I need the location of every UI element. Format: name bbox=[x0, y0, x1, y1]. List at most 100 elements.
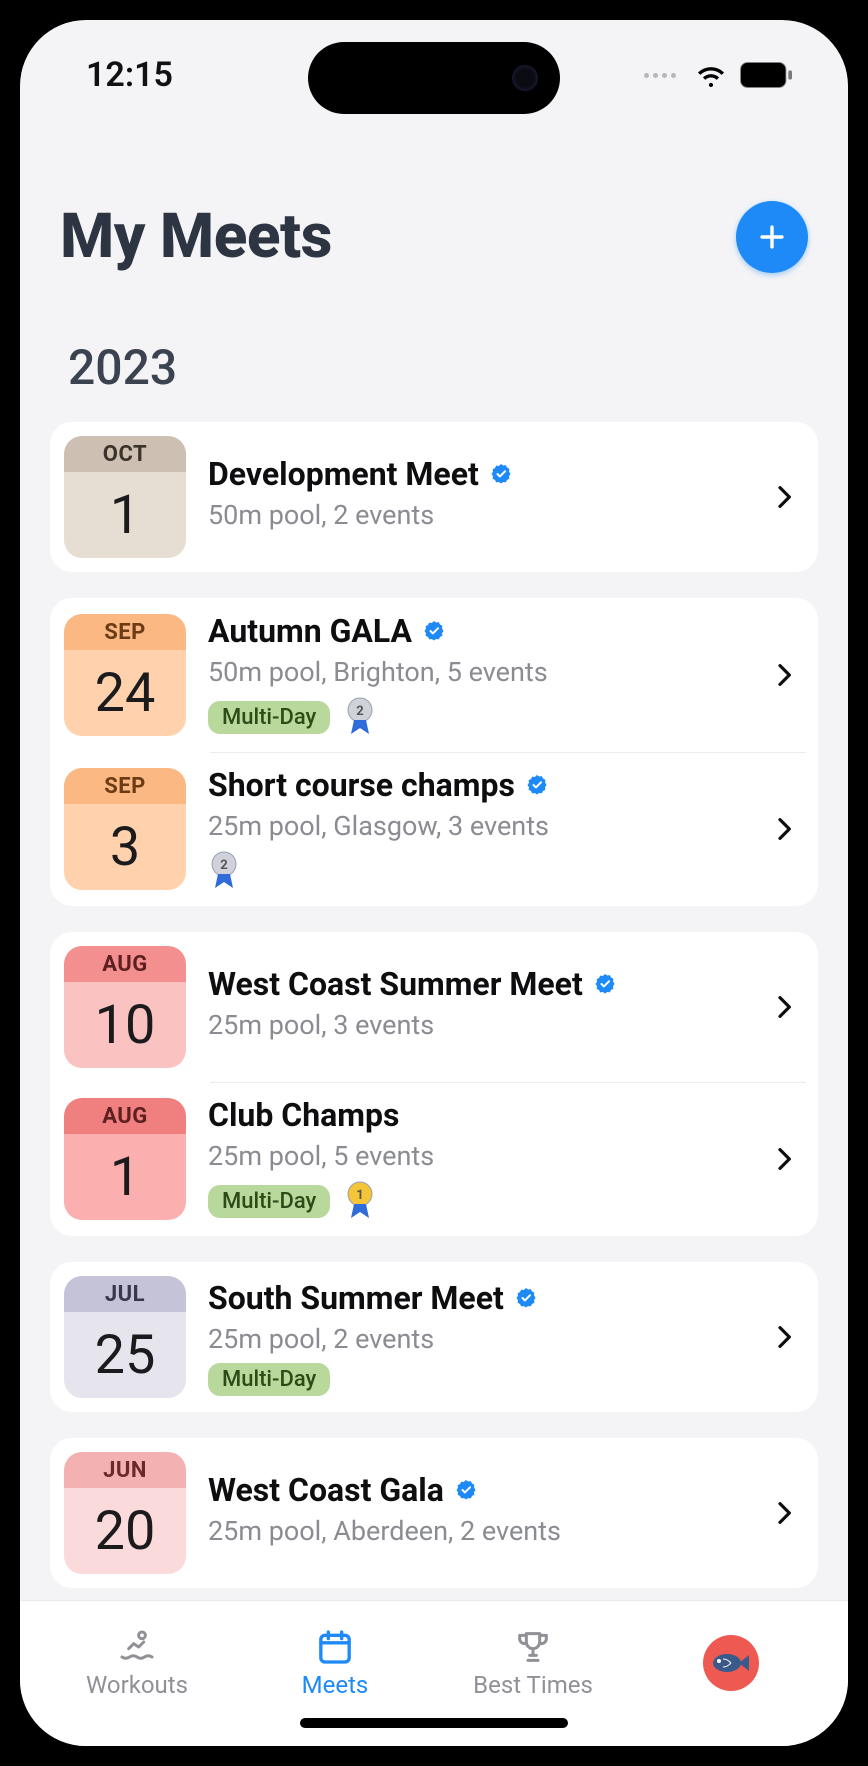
meet-row[interactable]: AUG 1 Club Champs 25m pool, 5 events Mul… bbox=[50, 1082, 818, 1236]
wifi-icon bbox=[694, 62, 728, 88]
meet-row[interactable]: JUN 20 West Coast Gala 25m pool, Aberdee… bbox=[50, 1438, 818, 1588]
meet-row[interactable]: SEP 24 Autumn GALA 50m pool, Brighton, 5… bbox=[50, 598, 818, 752]
date-day: 20 bbox=[64, 1488, 186, 1574]
tab-meets[interactable]: Meets bbox=[236, 1609, 434, 1716]
swimming-icon bbox=[117, 1627, 157, 1667]
fish-icon bbox=[709, 1649, 753, 1677]
verified-icon bbox=[489, 462, 513, 486]
meet-row[interactable]: OCT 1 Development Meet 50m pool, 2 event… bbox=[50, 422, 818, 572]
date-day: 1 bbox=[64, 472, 186, 558]
battery-icon bbox=[740, 62, 792, 88]
date-day: 3 bbox=[64, 804, 186, 890]
meet-row[interactable]: SEP 3 Short course champs 25m pool, Glas… bbox=[50, 752, 818, 906]
meet-info: West Coast Summer Meet 25m pool, 3 event… bbox=[208, 965, 746, 1049]
meet-card: SEP 24 Autumn GALA 50m pool, Brighton, 5… bbox=[50, 598, 818, 906]
meet-title-row: West Coast Summer Meet bbox=[208, 965, 746, 1003]
meet-title: West Coast Gala bbox=[208, 1471, 444, 1509]
meet-info: Autumn GALA 50m pool, Brighton, 5 events… bbox=[208, 612, 746, 738]
status-time: 12:15 bbox=[86, 55, 173, 95]
meet-card: AUG 10 West Coast Summer Meet 25m pool, … bbox=[50, 932, 818, 1236]
chevron-right-icon bbox=[768, 481, 800, 513]
calendar-icon bbox=[315, 1627, 355, 1667]
tab-workouts[interactable]: Workouts bbox=[38, 1609, 236, 1716]
meet-title: Development Meet bbox=[208, 455, 479, 493]
meet-card: JUN 20 West Coast Gala 25m pool, Aberdee… bbox=[50, 1438, 818, 1588]
camera-icon bbox=[512, 65, 538, 91]
chevron-right-icon bbox=[768, 1497, 800, 1529]
verified-icon bbox=[454, 1478, 478, 1502]
meet-subtitle: 50m pool, 2 events bbox=[208, 499, 746, 531]
chevron-right-icon bbox=[768, 813, 800, 845]
svg-text:1: 1 bbox=[357, 1188, 364, 1203]
multiday-badge: Multi-Day bbox=[208, 1363, 330, 1396]
meet-subtitle: 25m pool, 5 events bbox=[208, 1140, 746, 1172]
meet-subtitle: 25m pool, Glasgow, 3 events bbox=[208, 810, 746, 842]
screen: 12:15 My Meets 2023 OCT bbox=[20, 20, 848, 1746]
date-month: JUN bbox=[64, 1452, 186, 1488]
date-badge: OCT 1 bbox=[64, 436, 186, 558]
meet-title-row: Short course champs bbox=[208, 766, 746, 804]
meet-title-row: Autumn GALA bbox=[208, 612, 746, 650]
date-day: 24 bbox=[64, 650, 186, 736]
meet-title: South Summer Meet bbox=[208, 1279, 504, 1317]
meet-info: Development Meet 50m pool, 2 events bbox=[208, 455, 746, 539]
svg-text:2: 2 bbox=[357, 704, 364, 719]
meet-info: South Summer Meet 25m pool, 2 events Mul… bbox=[208, 1279, 746, 1396]
date-month: JUL bbox=[64, 1276, 186, 1312]
meet-list: 2023 OCT 1 Development Meet 50m pool, 2 … bbox=[20, 293, 848, 1600]
badge-row: Multi-Day 2 bbox=[208, 696, 746, 738]
multiday-badge: Multi-Day bbox=[208, 1185, 330, 1218]
trophy-icon bbox=[513, 1627, 553, 1667]
meet-title: Short course champs bbox=[208, 766, 515, 804]
verified-icon bbox=[422, 619, 446, 643]
meet-title: Club Champs bbox=[208, 1096, 399, 1134]
verified-icon bbox=[593, 972, 617, 996]
date-badge: JUN 20 bbox=[64, 1452, 186, 1574]
badge-row: Multi-Day 1 bbox=[208, 1180, 746, 1222]
gold-medal-icon: 1 bbox=[344, 1180, 376, 1222]
meet-title: Autumn GALA bbox=[208, 612, 412, 650]
date-badge: JUL 25 bbox=[64, 1276, 186, 1398]
svg-text:2: 2 bbox=[220, 858, 227, 873]
cellular-dots-icon bbox=[644, 73, 676, 78]
meet-subtitle: 25m pool, Aberdeen, 2 events bbox=[208, 1515, 746, 1547]
date-month: SEP bbox=[64, 768, 186, 804]
chevron-right-icon bbox=[768, 659, 800, 691]
date-month: OCT bbox=[64, 436, 186, 472]
meet-info: Short course champs 25m pool, Glasgow, 3… bbox=[208, 766, 746, 892]
tab-profile[interactable] bbox=[632, 1609, 830, 1716]
tab-label: Meets bbox=[302, 1671, 369, 1699]
year-heading: 2023 bbox=[50, 339, 818, 422]
badge-row: 2 bbox=[208, 850, 746, 892]
phone-frame: 12:15 My Meets 2023 OCT bbox=[0, 0, 868, 1766]
tab-label: Best Times bbox=[473, 1671, 593, 1699]
date-month: AUG bbox=[64, 1098, 186, 1134]
date-badge: SEP 24 bbox=[64, 614, 186, 736]
meet-info: West Coast Gala 25m pool, Aberdeen, 2 ev… bbox=[208, 1471, 746, 1555]
date-month: AUG bbox=[64, 946, 186, 982]
tab-best-times[interactable]: Best Times bbox=[434, 1609, 632, 1716]
meet-row[interactable]: AUG 10 West Coast Summer Meet 25m pool, … bbox=[50, 932, 818, 1082]
verified-icon bbox=[514, 1286, 538, 1310]
date-day: 25 bbox=[64, 1312, 186, 1398]
multiday-badge: Multi-Day bbox=[208, 701, 330, 734]
tab-label: Workouts bbox=[86, 1671, 188, 1699]
home-indicator bbox=[300, 1718, 568, 1728]
date-month: SEP bbox=[64, 614, 186, 650]
chevron-right-icon bbox=[768, 1143, 800, 1175]
meet-title-row: West Coast Gala bbox=[208, 1471, 746, 1509]
date-day: 10 bbox=[64, 982, 186, 1068]
verified-icon bbox=[525, 773, 549, 797]
meet-subtitle: 25m pool, 2 events bbox=[208, 1323, 746, 1355]
meet-info: Club Champs 25m pool, 5 events Multi-Day… bbox=[208, 1096, 746, 1222]
meet-subtitle: 25m pool, 3 events bbox=[208, 1009, 746, 1041]
meet-row[interactable]: JUL 25 South Summer Meet 25m pool, 2 eve… bbox=[50, 1262, 818, 1412]
meet-title-row: Club Champs bbox=[208, 1096, 746, 1134]
date-badge: SEP 3 bbox=[64, 768, 186, 890]
add-meet-button[interactable] bbox=[736, 201, 808, 273]
chevron-right-icon bbox=[768, 991, 800, 1023]
silver-medal-icon: 2 bbox=[344, 696, 376, 738]
date-badge: AUG 1 bbox=[64, 1098, 186, 1220]
meet-title-row: Development Meet bbox=[208, 455, 746, 493]
dynamic-island bbox=[308, 42, 560, 114]
